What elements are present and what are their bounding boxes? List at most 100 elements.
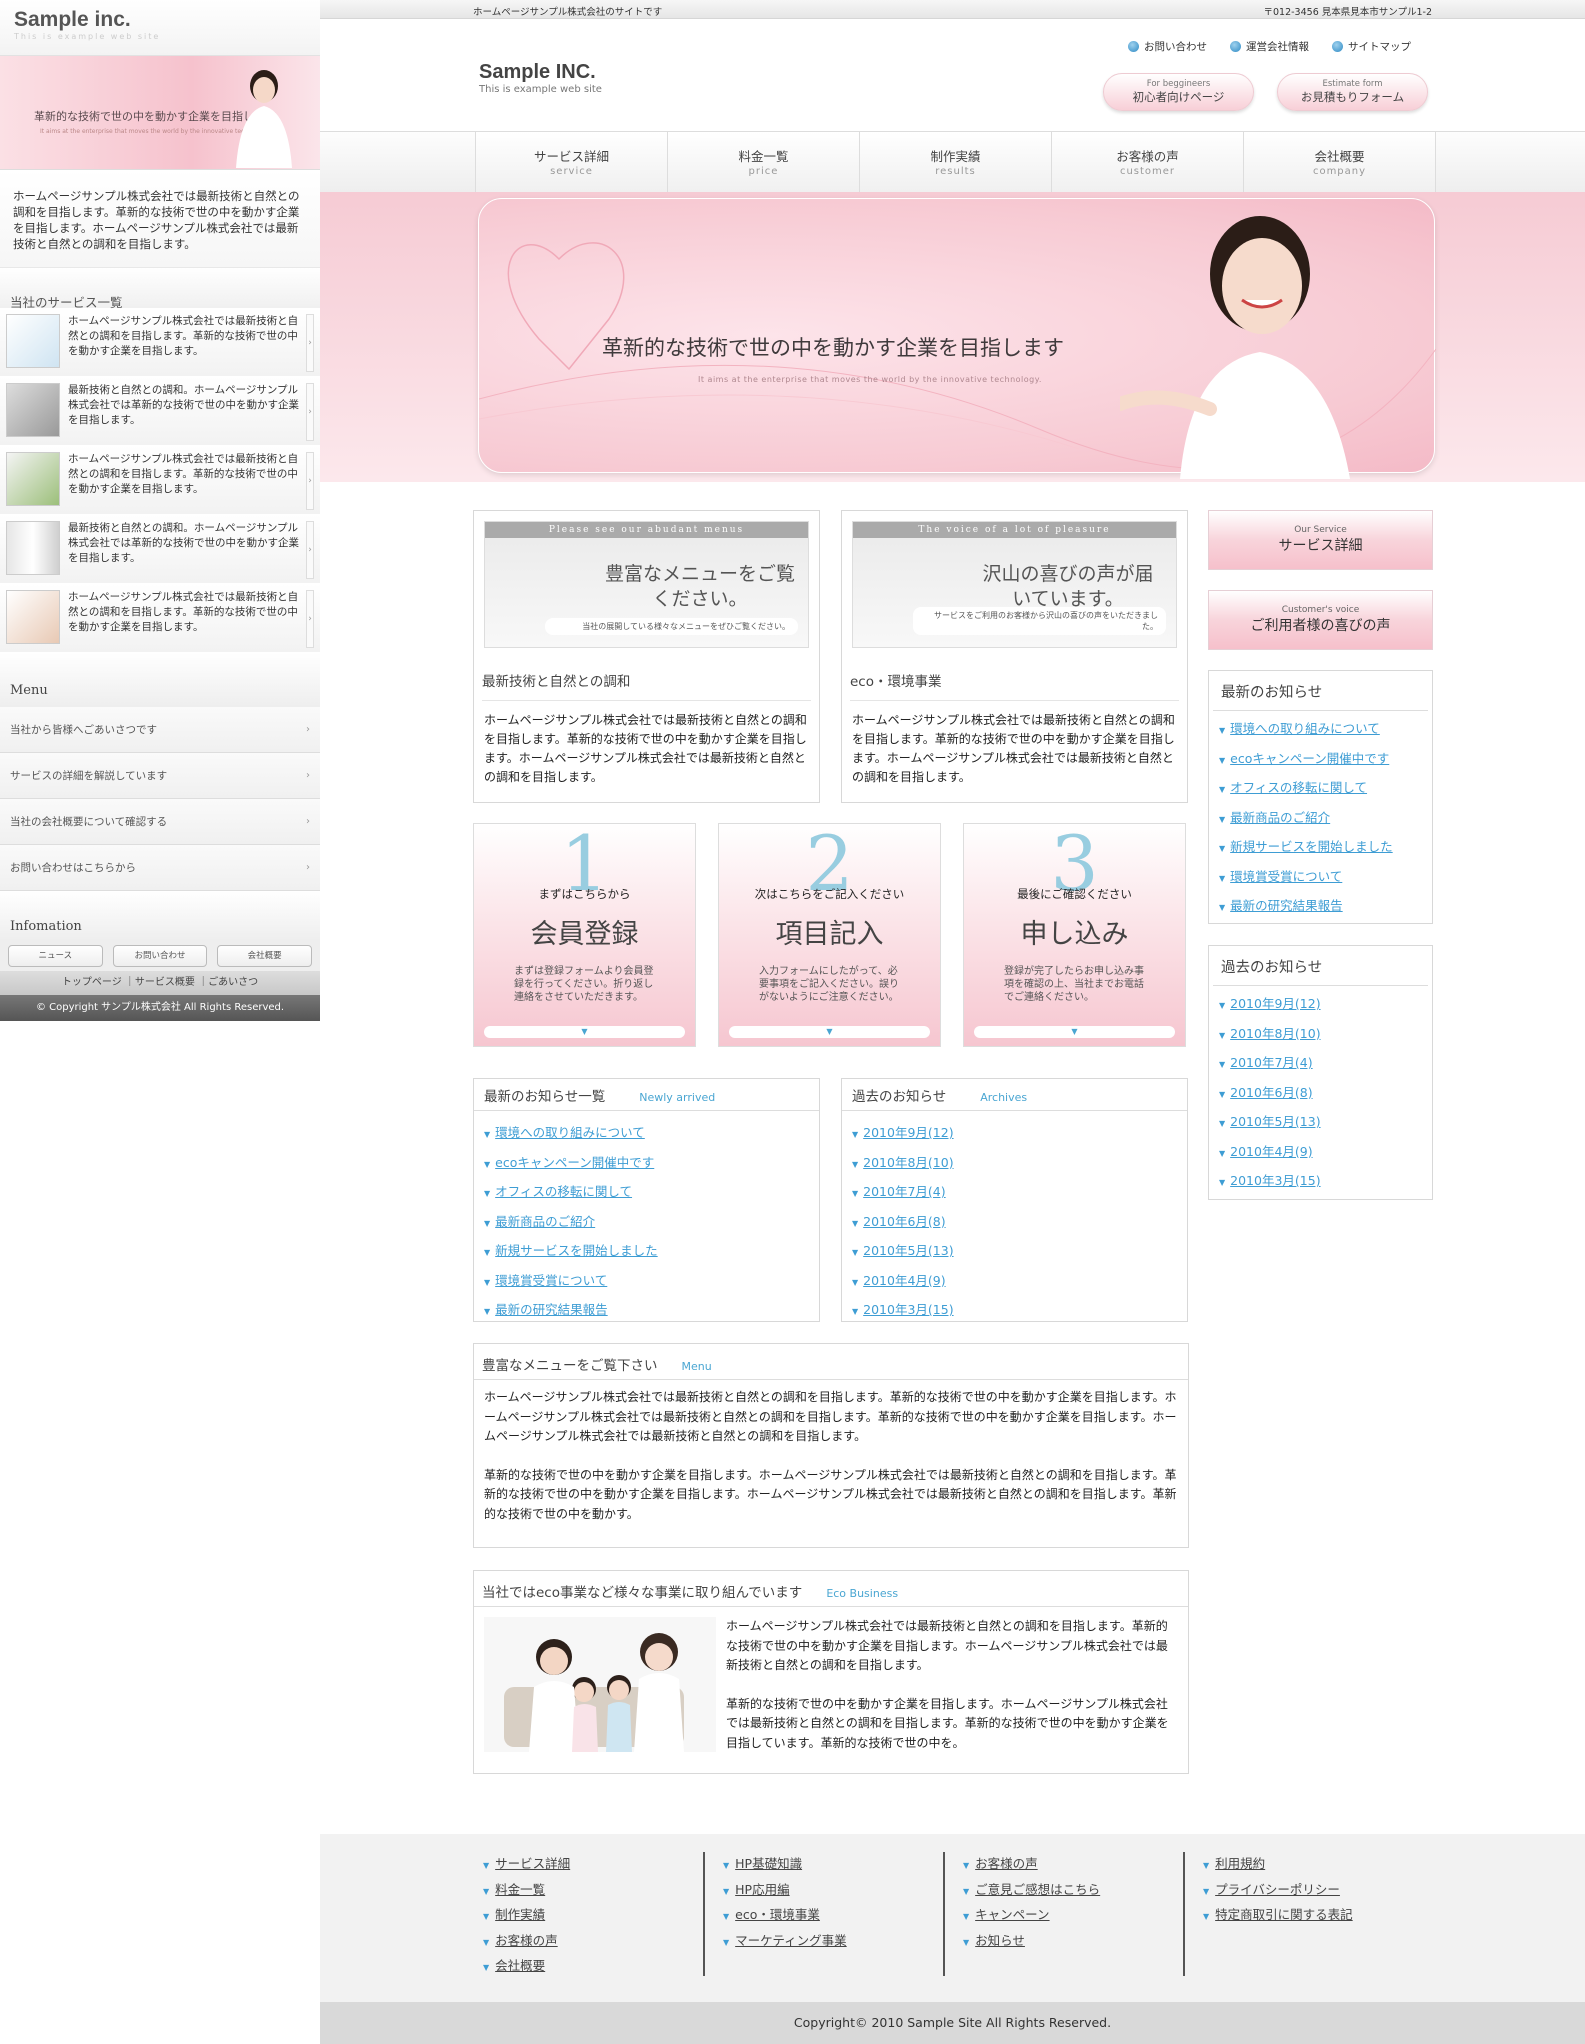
service-item[interactable]: ホームページサンプル株式会社では最新技術と自然との調和を目指します。革新的な技術… — [0, 584, 320, 653]
menu-panel-image[interactable]: Please see our abudant menus 豊富なメニューをご覧く… — [484, 521, 809, 648]
menu-section-header: 豊富なメニューをご覧下さい Menu — [474, 1344, 1188, 1380]
sidebar-archive-link[interactable]: ▼ 2010年7月(4) — [1219, 1049, 1422, 1079]
footer-col: ▼ サービス詳細 ▼ 料金一覧 ▼ 制作実績 ▼ お客様の声 ▼ 会社概要 — [475, 1852, 705, 1976]
news-link[interactable]: ▼ 環境賞受賞について — [484, 1267, 809, 1297]
nav-customer[interactable]: お客様の声 customer — [1052, 132, 1244, 192]
sidebar-voice-button[interactable]: Customer's voice ご利用者様の喜びの声 — [1208, 590, 1433, 650]
nav-label: 会社概要 — [1314, 149, 1365, 164]
bullet-icon: ▼ — [1219, 1001, 1226, 1010]
sidebar-archive-link[interactable]: ▼ 2010年3月(15) — [1219, 1167, 1422, 1197]
sidebar-archive-link[interactable]: ▼ 2010年9月(12) — [1219, 990, 1422, 1020]
archive-link[interactable]: ▼ 2010年7月(4) — [852, 1178, 1177, 1208]
service-thumb — [6, 590, 60, 644]
voice-panel-image[interactable]: The voice of a lot of pleasure 沢山の喜びの声が届… — [852, 521, 1177, 648]
footer-link[interactable]: ▼ 会社概要 — [483, 1954, 703, 1980]
archive-link[interactable]: ▼ 2010年8月(10) — [852, 1149, 1177, 1179]
footer-link[interactable]: ▼ マーケティング事業 — [723, 1929, 943, 1955]
service-item[interactable]: 最新技術と自然との調和。ホームページサンプル株式会社では革新的な技術で世の中を動… — [0, 377, 320, 446]
news-link[interactable]: ▼ 最新商品のご紹介 — [484, 1208, 809, 1238]
service-item[interactable]: 最新技術と自然との調和。ホームページサンプル株式会社では革新的な技術で世の中を動… — [0, 515, 320, 584]
footer-link[interactable]: ▼ 特定商取引に関する表記 — [1203, 1903, 1425, 1929]
sidebar-news-link[interactable]: ▼ 新規サービスを開始しました — [1219, 833, 1422, 863]
sidebar-news-link[interactable]: ▼ オフィスの移転に関して — [1219, 774, 1422, 804]
contact-button[interactable]: お問い合わせ — [112, 945, 208, 967]
nav-price[interactable]: 料金一覧 price — [668, 132, 860, 192]
left-menu-item[interactable]: 当社から皆様へごあいさつです › — [0, 707, 320, 753]
footer-link[interactable]: ▼ 利用規約 — [1203, 1852, 1425, 1878]
footer-link[interactable]: ▼ HP応用編 — [723, 1878, 943, 1904]
beginners-button[interactable]: For beggineers 初心者向けページ — [1103, 73, 1254, 111]
chevron-right-icon: › — [306, 816, 310, 827]
footer-link[interactable]: ▼ お客様の声 — [963, 1852, 1183, 1878]
sidebar-news-link[interactable]: ▼ 環境への取り組みについて — [1219, 715, 1422, 745]
sidebar-news-link[interactable]: ▼ ecoキャンペーン開催中です — [1219, 745, 1422, 775]
step-card[interactable]: 1 まずはこちらから 会員登録 まずは登録フォームより会員登録を行ってください。… — [473, 823, 696, 1047]
footer-link-label: お客様の声 — [975, 1856, 1038, 1871]
sidebar-archive-link[interactable]: ▼ 2010年6月(8) — [1219, 1079, 1422, 1109]
news-link[interactable]: ▼ 最新の研究結果報告 — [484, 1296, 809, 1326]
sidebar-news-link[interactable]: ▼ 環境賞受賞について — [1219, 863, 1422, 893]
bullet-icon: ▼ — [483, 1861, 490, 1870]
service-item[interactable]: ホームページサンプル株式会社では最新技術と自然との調和を目指します。革新的な技術… — [0, 446, 320, 515]
news-button[interactable]: ニュース — [8, 945, 103, 967]
bullet-icon: ▼ — [963, 1886, 970, 1896]
left-menu-label: 当社の会社概要について確認する — [10, 816, 168, 828]
step-card[interactable]: 2 次はこちらをご記入ください 項目記入 入力フォームにしたがって、必要事項をご… — [718, 823, 941, 1047]
archive-link[interactable]: ▼ 2010年4月(9) — [852, 1267, 1177, 1297]
chevron-right-icon: › — [306, 383, 314, 441]
news-link[interactable]: ▼ ecoキャンペーン開催中です — [484, 1149, 809, 1179]
news-panel-header: 最新のお知らせ一覧 Newly arrived — [474, 1079, 819, 1111]
sidebar-service-button[interactable]: Our Service サービス詳細 — [1208, 510, 1433, 570]
sidebar-archive-link[interactable]: ▼ 2010年5月(13) — [1219, 1108, 1422, 1138]
left-menu-item[interactable]: 当社の会社概要について確認する › — [0, 799, 320, 845]
service-thumb — [6, 314, 60, 368]
woman-image — [1120, 216, 1350, 479]
voice-panel-headline: 沢山の喜びの声が届いています。 — [982, 563, 1154, 610]
header-link-company[interactable]: 運営会社情報 — [1230, 39, 1309, 54]
left-footer-links[interactable]: トップページ ｜サービス概要 ｜ごあいさつ — [0, 971, 320, 995]
nav-company[interactable]: 会社概要 company — [1244, 132, 1436, 192]
footer-link[interactable]: ▼ お知らせ — [963, 1929, 1183, 1955]
footer-link[interactable]: ▼ HP基礎知識 — [723, 1852, 943, 1878]
archive-link[interactable]: ▼ 2010年6月(8) — [852, 1208, 1177, 1238]
archive-link[interactable]: ▼ 2010年5月(13) — [852, 1237, 1177, 1267]
news-link[interactable]: ▼ 新規サービスを開始しました — [484, 1237, 809, 1267]
footer-link[interactable]: ▼ 制作実績 — [483, 1903, 703, 1929]
footer-link[interactable]: ▼ プライバシーポリシー — [1203, 1878, 1425, 1904]
nav-results[interactable]: 制作実績 results — [860, 132, 1052, 192]
sidebar-news-link[interactable]: ▼ 最新の研究結果報告 — [1219, 892, 1422, 922]
sidebar-archive-label: 2010年5月(13) — [1230, 1114, 1321, 1129]
sidebar-archive-link[interactable]: ▼ 2010年8月(10) — [1219, 1020, 1422, 1050]
bullet-icon: ▼ — [723, 1937, 730, 1947]
left-logo[interactable]: Sample inc. This is example web site — [0, 0, 320, 56]
footer-link[interactable]: ▼ サービス詳細 — [483, 1852, 703, 1878]
voice-panel-note: サービスをご利用のお客様から沢山の喜びの声をいただきました。 — [913, 607, 1166, 635]
step-desc: まずは登録フォームより会員登録を行ってください。折り返し連絡をさせていただきます… — [514, 966, 654, 1003]
footer-link[interactable]: ▼ ご意見ご感想はこちら — [963, 1878, 1183, 1904]
left-menu-item[interactable]: サービスの詳細を解説しています › — [0, 753, 320, 799]
eco-section-header: 当社ではeco事業など様々な事業に取り組んでいます Eco Business — [474, 1571, 1188, 1607]
sidebar-news-link[interactable]: ▼ 最新商品のご紹介 — [1219, 804, 1422, 834]
estimate-button[interactable]: Estimate form お見積もりフォーム — [1277, 73, 1428, 111]
footer-link[interactable]: ▼ 料金一覧 — [483, 1878, 703, 1904]
news-link[interactable]: ▼ 環境への取り組みについて — [484, 1119, 809, 1149]
eco-section-texts: ホームページサンプル株式会社では最新技術と自然との調和を目指します。革新的な技術… — [716, 1617, 1178, 1753]
footer-link[interactable]: ▼ eco・環境事業 — [723, 1903, 943, 1929]
brand-logo[interactable]: Sample INC. This is example web site — [479, 61, 602, 95]
header-link-sitemap[interactable]: サイトマップ — [1332, 39, 1411, 54]
left-menu-item[interactable]: お問い合わせはこちらから › — [0, 845, 320, 891]
company-button[interactable]: 会社概要 — [217, 945, 313, 967]
header-link-contact[interactable]: お問い合わせ — [1128, 39, 1207, 54]
news-link[interactable]: ▼ オフィスの移転に関して — [484, 1178, 809, 1208]
archive-link[interactable]: ▼ 2010年9月(12) — [852, 1119, 1177, 1149]
nav-service[interactable]: サービス詳細 service — [476, 132, 668, 192]
left-menu-label: お問い合わせはこちらから — [10, 862, 136, 874]
footer-link[interactable]: ▼ お客様の声 — [483, 1929, 703, 1955]
archive-link[interactable]: ▼ 2010年3月(15) — [852, 1296, 1177, 1326]
left-banner[interactable]: 革新的な技術で世の中を動かす企業を目指します It aims at the en… — [0, 56, 320, 170]
footer-link[interactable]: ▼ キャンペーン — [963, 1903, 1183, 1929]
sidebar-archive-link[interactable]: ▼ 2010年4月(9) — [1219, 1138, 1422, 1168]
step-card[interactable]: 3 最後にご確認ください 申し込み 登録が完了したらお申し込み事項を確認の上、当… — [963, 823, 1186, 1047]
nav-label: サービス詳細 — [533, 149, 609, 164]
service-item[interactable]: ホームページサンプル株式会社では最新技術と自然との調和を目指します。革新的な技術… — [0, 308, 320, 377]
